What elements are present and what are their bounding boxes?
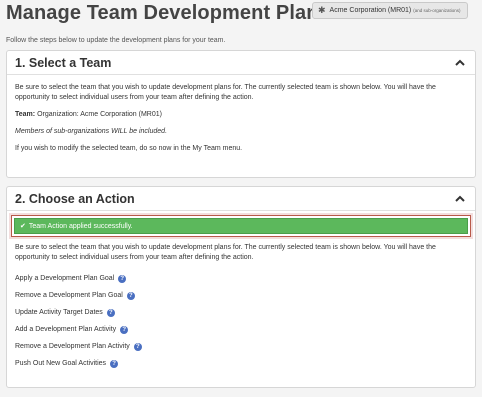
choose-action-title: 2. Choose an Action <box>15 191 135 206</box>
organization-label: Acme Corporation (MR01) <box>329 7 412 14</box>
action-label[interactable]: Apply a Development Plan Goal <box>15 275 114 282</box>
help-icon[interactable]: ? <box>110 359 119 368</box>
choose-action-panel-header[interactable]: 2. Choose an Action <box>7 187 475 211</box>
select-team-title: 1. Select a Team <box>15 55 112 70</box>
help-icon[interactable]: ? <box>133 342 142 351</box>
action-label[interactable]: Push Out New Goal Activities <box>15 360 106 367</box>
team-line: Team: Organization: Acme Corporation (MR… <box>15 110 467 120</box>
page-title: Manage Team Development Plans <box>6 2 330 24</box>
sub-organizations-label: (and sub-organizations) <box>413 8 461 13</box>
intro-text: Follow the steps below to update the dev… <box>6 37 226 44</box>
asterisk-icon: ✱ <box>318 5 326 15</box>
team-label: Team: <box>15 111 36 118</box>
select-team-panel-header[interactable]: 1. Select a Team <box>7 51 475 75</box>
action-label[interactable]: Remove a Development Plan Goal <box>15 292 123 299</box>
sub-org-note: Members of sub-organizations WILL be inc… <box>15 128 168 135</box>
success-alert-text: Team Action applied successfully. <box>28 222 133 230</box>
action-label[interactable]: Add a Development Plan Activity <box>15 326 116 333</box>
action-remove-activity[interactable]: Remove a Development Plan Activity ? <box>15 338 467 355</box>
chevron-up-icon[interactable] <box>455 194 465 204</box>
team-value: Organization: Acme Corporation (MR01) <box>37 111 162 118</box>
select-team-panel: 1. Select a Team Be sure to select the t… <box>6 50 476 178</box>
action-remove-goal[interactable]: Remove a Development Plan Goal ? <box>15 287 467 304</box>
select-team-description: Be sure to select the team that you wish… <box>15 84 436 101</box>
choose-action-panel: 2. Choose an Action ✔ Team Action applie… <box>6 186 476 388</box>
success-alert: ✔ Team Action applied successfully. <box>14 218 468 234</box>
action-label[interactable]: Update Activity Target Dates <box>15 309 103 316</box>
chevron-up-icon[interactable] <box>455 58 465 68</box>
action-update-target-dates[interactable]: Update Activity Target Dates ? <box>15 304 467 321</box>
help-icon[interactable]: ? <box>126 291 135 300</box>
action-add-activity[interactable]: Add a Development Plan Activity ? <box>15 321 467 338</box>
action-push-goal-activities[interactable]: Push Out New Goal Activities ? <box>15 355 467 372</box>
choose-action-description: Be sure to select the team that you wish… <box>15 244 436 261</box>
action-apply-goal[interactable]: Apply a Development Plan Goal ? <box>15 270 467 287</box>
action-list: Apply a Development Plan Goal ? Remove a… <box>7 270 475 372</box>
success-alert-frame: ✔ Team Action applied successfully. <box>11 215 471 237</box>
action-label[interactable]: Remove a Development Plan Activity <box>15 343 130 350</box>
help-icon[interactable]: ? <box>106 308 115 317</box>
organization-selector[interactable]: ✱ Acme Corporation (MR01) (and sub-organ… <box>312 2 468 19</box>
help-icon[interactable]: ? <box>120 325 129 334</box>
help-icon[interactable]: ? <box>118 274 127 283</box>
checkmark-icon: ✔ <box>20 223 26 230</box>
modify-team-note: If you wish to modify the selected team,… <box>15 145 243 152</box>
